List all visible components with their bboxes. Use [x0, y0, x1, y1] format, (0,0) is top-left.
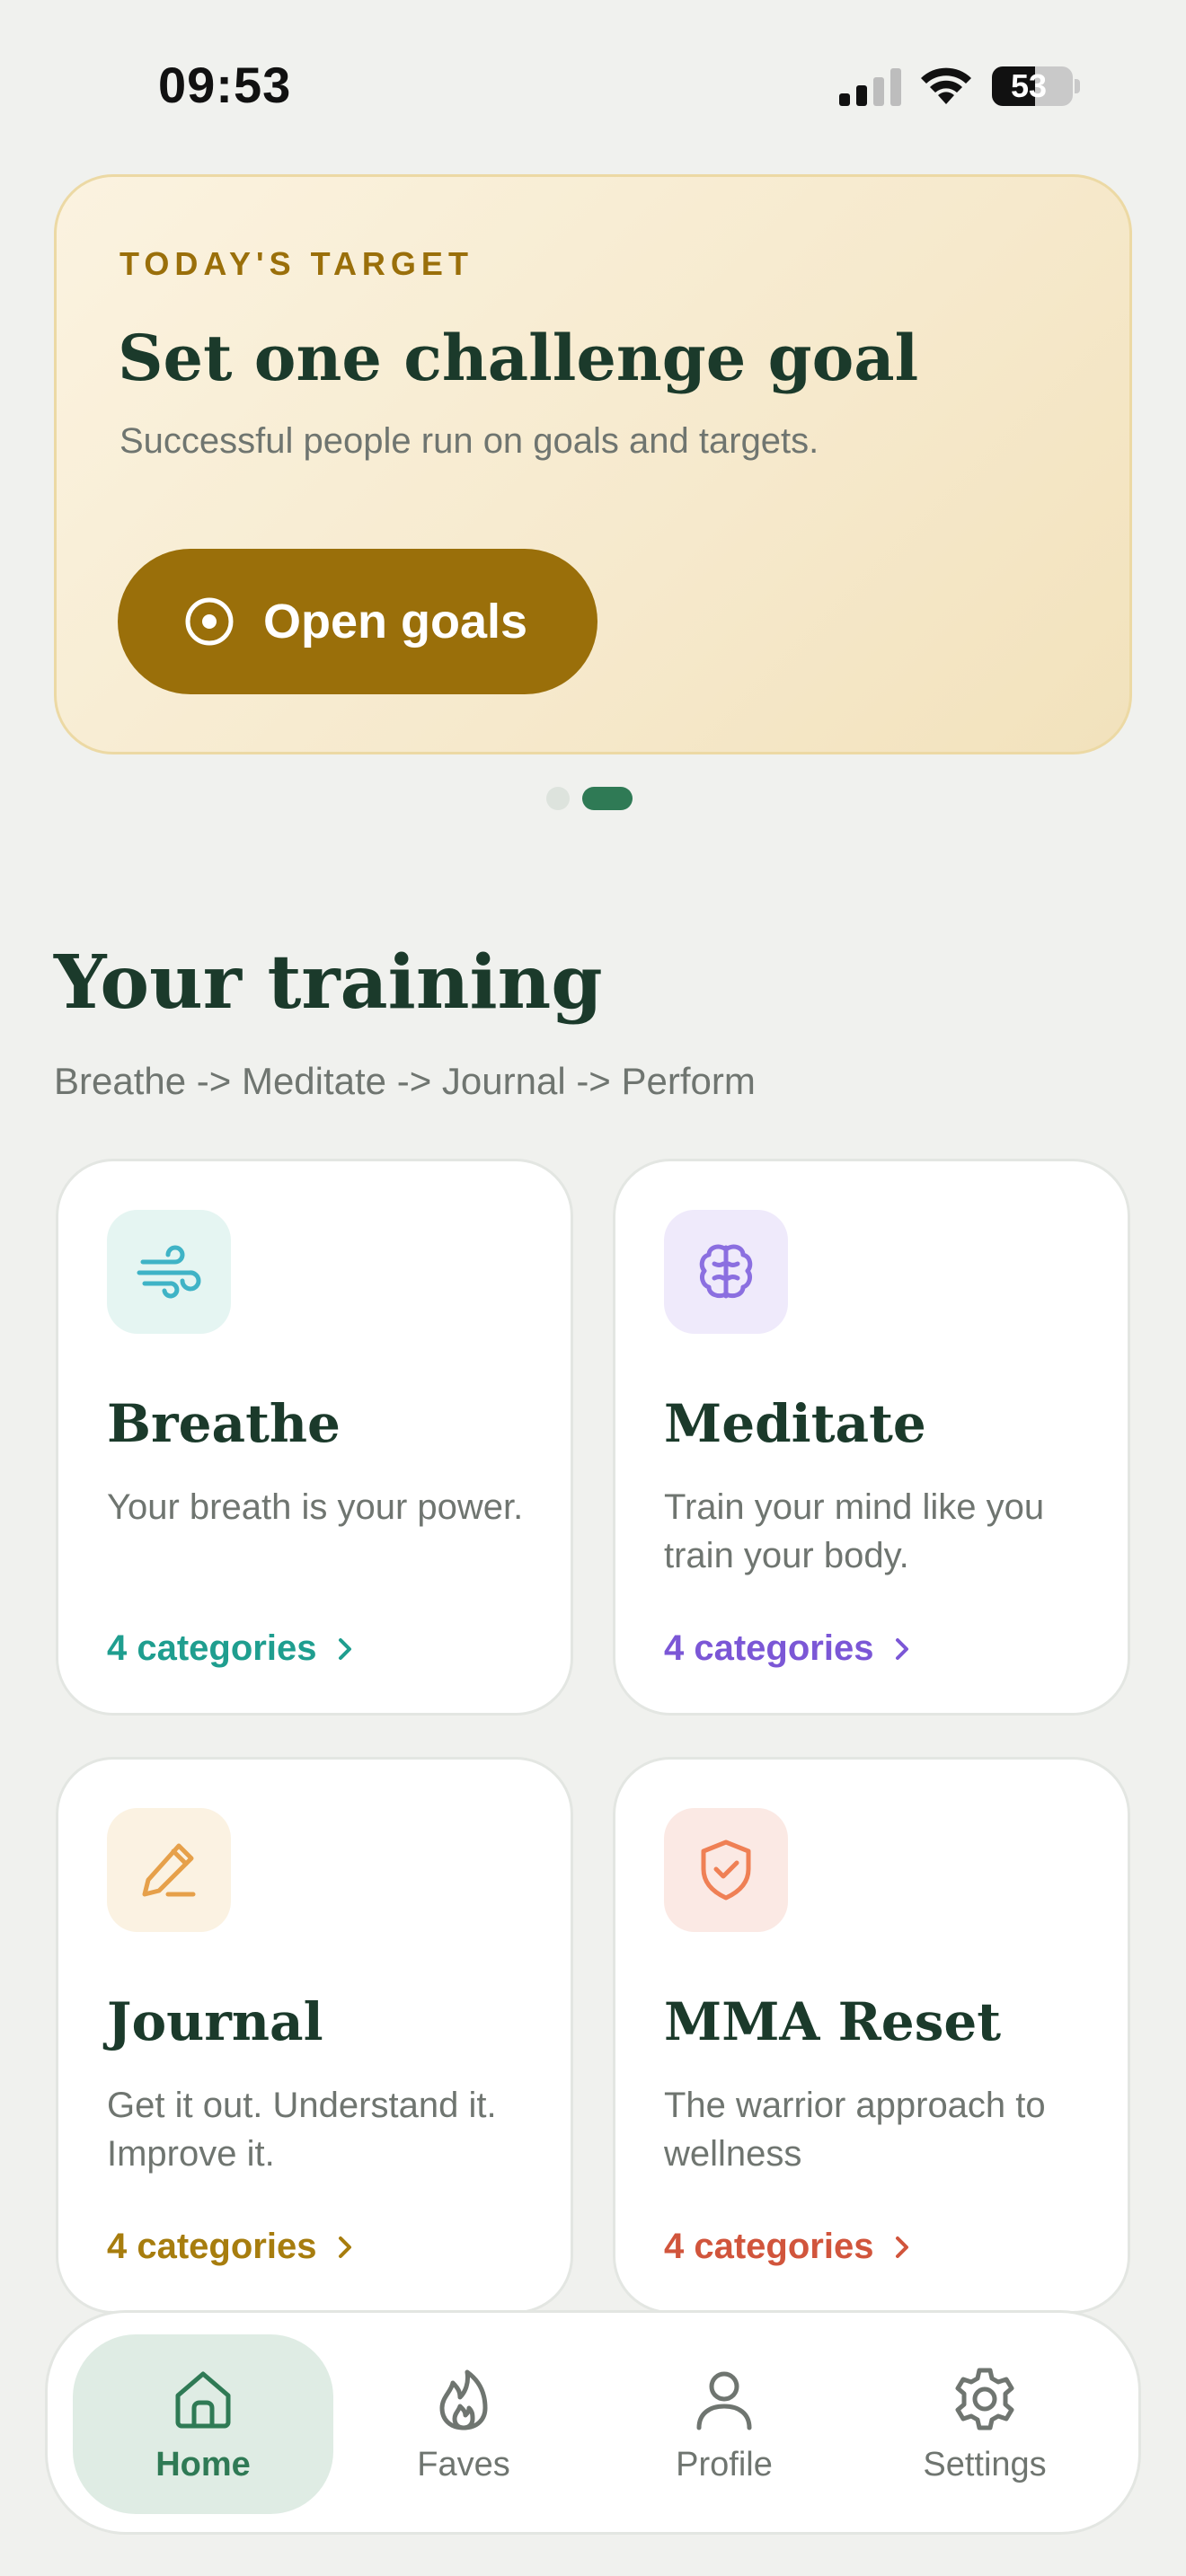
shield-check-icon [701, 1839, 751, 1901]
carousel-dot-active[interactable] [582, 787, 633, 810]
nav-item-profile[interactable]: Profile [594, 2334, 854, 2514]
carousel-dot[interactable] [546, 787, 570, 810]
tile-categories-link[interactable]: 4 categories [107, 2227, 358, 2267]
tile-description: Get it out. Understand it. Improve it. [107, 2086, 497, 2174]
nav-item-faves[interactable]: Faves [333, 2334, 594, 2514]
bottom-nav: Home Faves Profile Settings [45, 2310, 1141, 2535]
battery-icon: 53 [992, 66, 1073, 106]
training-tile-breathe[interactable]: Breathe Your breath is your power. 4 cat… [56, 1159, 573, 1716]
tile-icon-bg [664, 1808, 788, 1932]
flame-icon [439, 2369, 488, 2430]
cellular-signal-icon [839, 68, 901, 106]
training-tile-journal[interactable]: Journal Get it out. Understand it. Impro… [56, 1757, 573, 2314]
brain-icon [699, 1244, 753, 1299]
tile-link-label: 4 categories [664, 1628, 874, 1668]
pencil-icon [142, 1843, 196, 1897]
target-title: Set one challenge goal [118, 321, 919, 395]
status-bar: 09:53 53 [0, 0, 1186, 171]
section-title: Your training [54, 940, 603, 1026]
status-time: 09:53 [158, 57, 292, 113]
tile-link-label: 4 categories [107, 2227, 317, 2266]
user-icon [696, 2371, 752, 2430]
nav-item-home[interactable]: Home [73, 2334, 333, 2514]
tile-description: Train your mind like you train your body… [664, 1487, 1045, 1575]
tile-link-label: 4 categories [664, 2227, 874, 2266]
tile-link-label: 4 categories [107, 1628, 317, 1668]
chevron-right-icon [339, 1637, 352, 1660]
battery-cap [1075, 79, 1080, 93]
home-icon [175, 2371, 231, 2428]
battery-level: 53 [1010, 67, 1048, 104]
tile-title: MMA Reset [664, 1991, 1002, 2052]
open-goals-button[interactable]: Open goals [118, 549, 597, 694]
tile-description: Your breath is your power. [107, 1487, 524, 1527]
tile-categories-link[interactable]: 4 categories [664, 1628, 915, 1669]
carousel-indicator[interactable] [546, 787, 633, 810]
todays-target-card: TODAY'S TARGET Set one challenge goal Su… [54, 174, 1132, 754]
nav-label: Home [155, 2445, 251, 2483]
target-subtitle: Successful people run on goals and targe… [119, 421, 819, 461]
chevron-right-icon [896, 2236, 909, 2258]
target-icon [185, 597, 234, 646]
tile-title: Breathe [107, 1393, 341, 1454]
wifi-icon [921, 67, 971, 104]
nav-item-settings[interactable]: Settings [854, 2334, 1115, 2514]
tile-icon-bg [107, 1808, 231, 1932]
wind-icon [137, 1245, 201, 1299]
nav-label: Faves [417, 2445, 510, 2483]
nav-label: Profile [676, 2445, 773, 2483]
section-subtitle: Breathe -> Meditate -> Journal -> Perfor… [54, 1060, 756, 1102]
tile-categories-link[interactable]: 4 categories [664, 2227, 915, 2267]
target-kicker: TODAY'S TARGET [119, 245, 474, 282]
tile-categories-link[interactable]: 4 categories [107, 1628, 358, 1669]
chevron-right-icon [339, 2236, 352, 2258]
chevron-right-icon [896, 1637, 909, 1660]
tile-description: The warrior approach to wellness [664, 2086, 1046, 2174]
tile-title: Meditate [664, 1393, 926, 1454]
tile-icon-bg [664, 1210, 788, 1334]
gear-icon [955, 2368, 1014, 2430]
training-tile-mma-reset[interactable]: MMA Reset The warrior approach to wellne… [613, 1757, 1130, 2314]
open-goals-label: Open goals [263, 595, 528, 648]
training-tile-meditate[interactable]: Meditate Train your mind like you train … [613, 1159, 1130, 1716]
nav-label: Settings [923, 2445, 1047, 2483]
tile-title: Journal [107, 1991, 323, 2052]
tile-icon-bg [107, 1210, 231, 1334]
